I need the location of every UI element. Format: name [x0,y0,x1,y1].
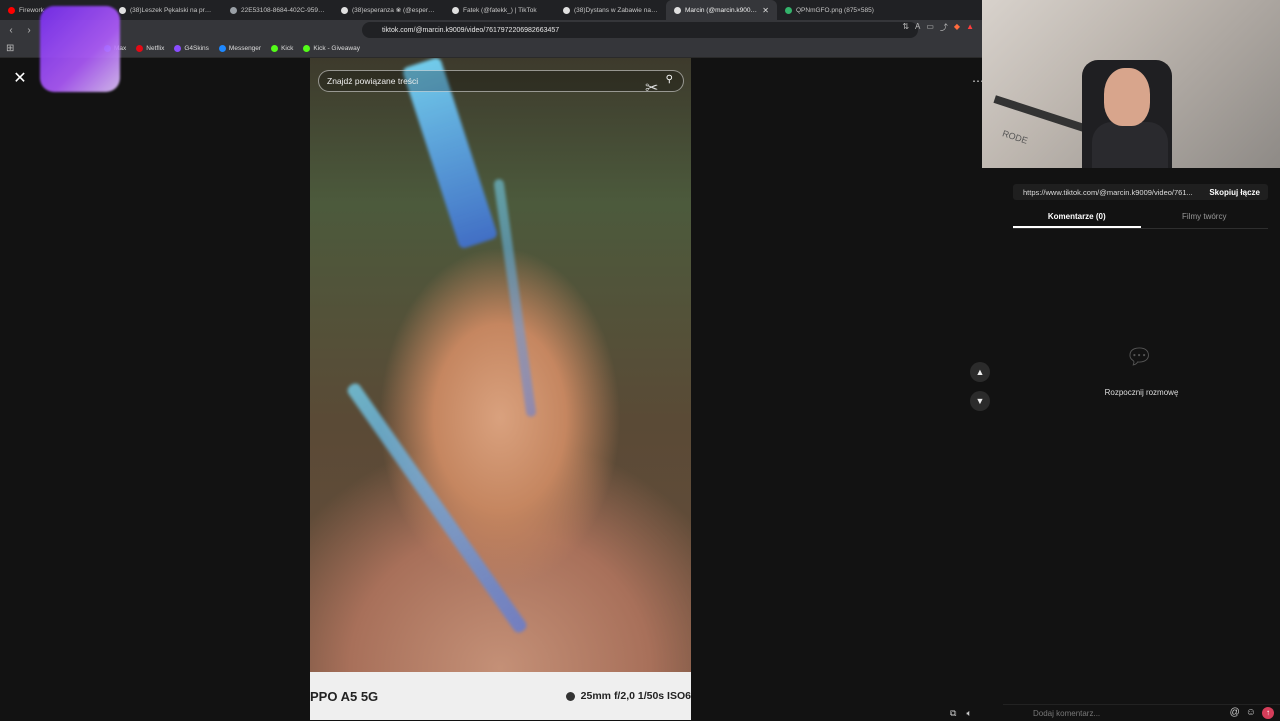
mention-icon[interactable]: @ [1230,707,1240,719]
apps-grid-icon[interactable]: ⊞ [6,43,16,54]
browser-tab-active[interactable]: Marcin (@marcin.k9009) | TikT✕ [666,0,777,20]
bookmark-label: Kick - Giveaway [313,45,360,52]
tab-creator-videos[interactable]: Filmy twórcy [1141,210,1269,228]
comment-input[interactable]: Dodaj komentarz... [1033,709,1100,718]
aperture-dot-icon [565,691,575,701]
chevron-up-icon[interactable]: ▲ [970,362,990,382]
bookmark-icon [218,45,226,52]
video-effect-streak [345,381,529,635]
browser-toolbar: ‹ › tiktok.com/@marcin.k9009/video/76179… [0,20,982,40]
browser-tab[interactable]: Fatek (@fatekk_) | TikTok [444,0,555,20]
close-icon[interactable]: ✕ [10,69,30,89]
tab-title: Firework [19,6,44,14]
watermark-specs: 25mm f/2,0 1/50s ISO6 [580,690,691,702]
player-controls: ⧉ 🔈︎ [950,708,972,719]
bookmark-item[interactable]: Netflix [136,45,164,52]
tab-title: (38)esperanza ❀ (@esperanza3707) [352,7,436,14]
rewards-icon[interactable]: ▲ [966,22,974,33]
bookmark-icon [174,45,182,52]
tab-title: (38)Leszek Pękalski na prezydenta 2025 [130,6,214,14]
camera-watermark: PPO A5 5G 25mm f/2,0 1/50s ISO6 [310,672,691,720]
tab-favicon-icon [230,6,237,14]
tab-favicon-icon [8,6,15,14]
person-head [1104,68,1150,126]
emoji-icon[interactable]: ☺ [1246,707,1256,719]
tab-favicon-icon [119,6,126,14]
translate-icon[interactable]: A [915,22,920,33]
bookmarks-bar: ⊞ Max Netflix G4Skins Messenger Kick Kic… [0,40,982,58]
empty-comments-text: Rozpocznij rozmowę [1104,388,1179,397]
extension-icon[interactable]: ⇅ [902,22,909,33]
browser-tab-bar: Firework (38)Leszek Pękalski na prezyden… [0,0,982,20]
watermark-model: PPO A5 5G [310,688,379,704]
bookmark-label: G4Skins [184,45,209,52]
copy-link-button[interactable]: Skopiuj łącze [1209,188,1260,197]
share-url: https://www.tiktok.com/@marcin.k9009/vid… [1023,187,1193,197]
browser-tab[interactable]: (38)Leszek Pękalski na prezydenta 2025 [111,0,222,20]
bookmark-icon [136,45,144,52]
search-placeholder: Znajdź powiązane treści [327,76,419,86]
browser-tab[interactable]: (38)Dystans w Zabawie na TikToku | [555,0,666,20]
bookmark-item[interactable]: G4Skins [174,45,209,52]
tab-favicon-icon [674,6,681,14]
forward-arrow-icon[interactable]: › [22,25,36,36]
mic-brand: RODE [1001,128,1029,146]
tab-title: Marcin (@marcin.k9009) | TikT [685,6,759,14]
bookmark-icon [271,45,279,52]
bookmark-label: Kick [281,45,294,52]
panel-tabs: Komentarze (0) Filmy twórcy [1013,210,1268,229]
post-comment-button[interactable]: ↑ [1262,707,1274,719]
bookmark-item[interactable]: Messenger [218,45,262,52]
chat-bubbles-icon: 💬︎ [1125,344,1153,369]
bookmark-label: Netflix [146,45,165,52]
address-url[interactable]: tiktok.com/@marcin.k9009/video/761797220… [382,27,559,34]
tab-title: QPNmGFO.png (875×585) [796,6,874,14]
volume-icon[interactable]: 🔈︎ [966,708,971,719]
tab-favicon-icon [785,6,792,14]
bookmark-item[interactable]: Kick - Giveaway [303,45,360,52]
tab-favicon-icon [452,6,459,14]
tab-title: (38)Dystans w Zabawie na TikToku | [574,6,658,14]
tab-favicon-icon [563,6,570,14]
bookmark-item[interactable]: Kick [271,45,293,52]
comment-bar: Dodaj komentarz... @ ☺ ↑ [1003,704,1280,721]
address-bar[interactable]: tiktok.com/@marcin.k9009/video/761797220… [362,22,918,38]
search-icon[interactable]: ⚲ [666,74,673,85]
comments-panel: https://www.tiktok.com/@marcin.k9009/vid… [1003,168,1280,720]
back-arrow-icon[interactable]: ‹ [4,25,18,36]
share-icon[interactable]: ⤴ [940,22,948,33]
miniplayer-icon[interactable]: ⧉ [950,708,956,719]
tab-comments[interactable]: Komentarze (0) [1013,210,1141,228]
webcam-overlay: RODE [982,0,1280,168]
watermark-specs-group: 25mm f/2,0 1/50s ISO6 [565,690,691,702]
browser-tab[interactable]: (38)esperanza ❀ (@esperanza3707) [333,0,444,20]
extension-icons: ⇅ A ▭ ⤴ ◆ ▲ [902,22,974,33]
chevron-down-icon[interactable]: ▼ [970,391,990,411]
copy-link-bar: https://www.tiktok.com/@marcin.k9009/vid… [1013,184,1268,200]
tab-title: 22E53108-8684-402C-959D-740F3 [241,6,325,14]
capcut-icon: ✂ [645,80,659,97]
video-player[interactable]: Znajdź powiązane treści ⚲ ✂ PPO A5 5G 25… [310,58,691,720]
browser-tab[interactable]: QPNmGFO.png (875×585) [777,0,888,20]
cast-icon[interactable]: ▭ [926,22,934,33]
browser-tab[interactable]: 22E53108-8684-402C-959D-740F3 [222,0,333,20]
bookmark-label: Messenger [228,45,262,52]
tab-favicon-icon [341,6,348,14]
related-search-input[interactable]: Znajdź powiązane treści ⚲ [318,70,684,92]
tab-title: Fatek (@fatekk_) | TikTok [463,6,537,14]
comment-icons: @ ☺ ↑ [1230,707,1274,719]
bookmark-icon [303,45,311,52]
brave-shield-icon[interactable]: ◆ [954,22,960,33]
person-shirt [1092,122,1168,168]
video-effect-streak [493,178,537,418]
stream-overlay-logo [40,6,120,92]
tab-close-icon[interactable]: ✕ [759,6,769,15]
